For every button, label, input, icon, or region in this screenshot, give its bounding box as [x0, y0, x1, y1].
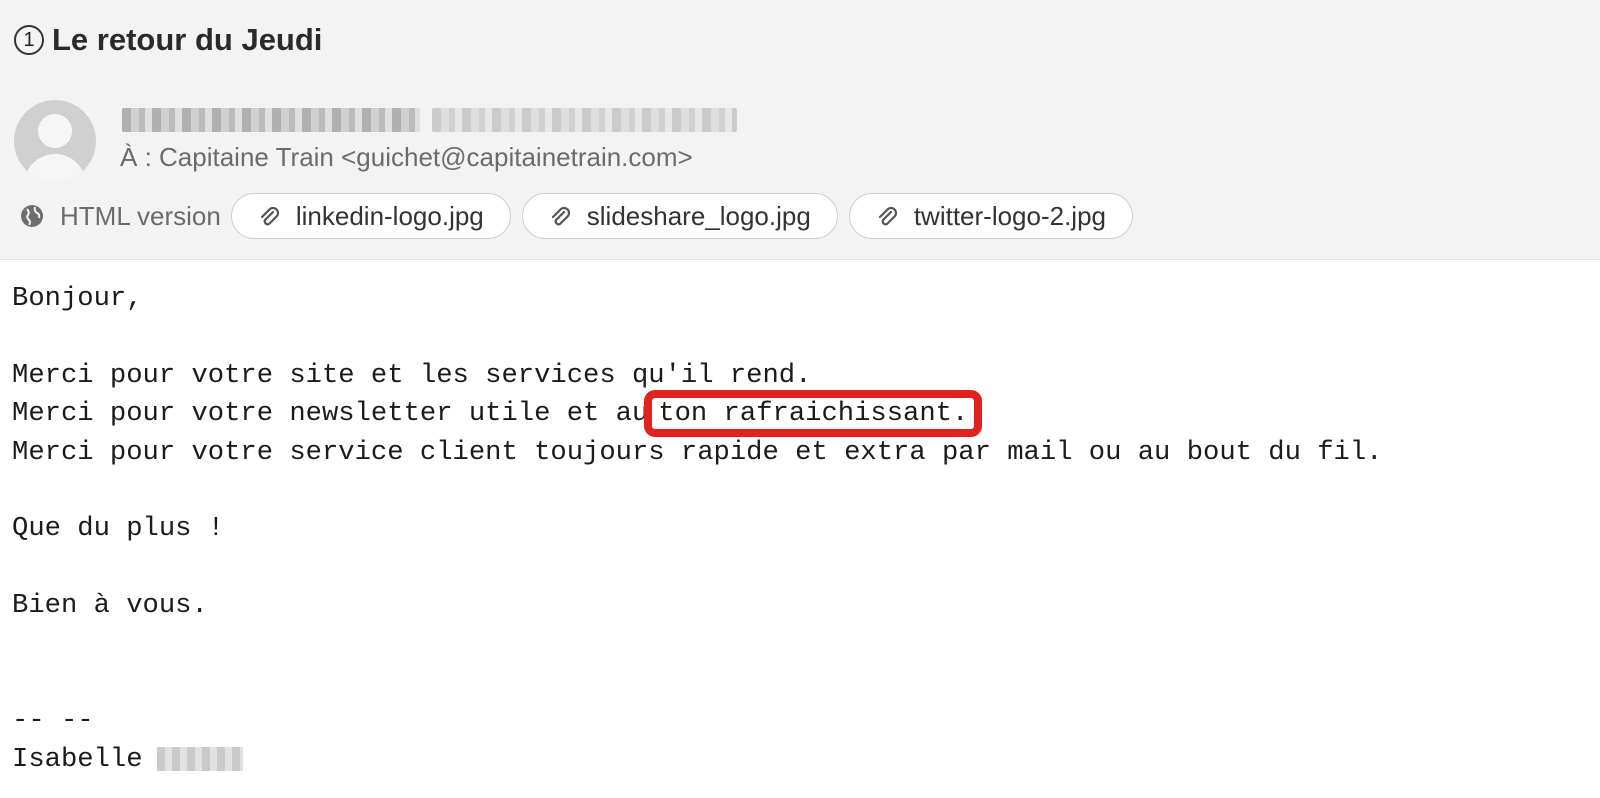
attachment-chip-linkedin[interactable]: linkedin-logo.jpg	[230, 193, 511, 239]
attachment-name: linkedin-logo.jpg	[295, 200, 484, 231]
message-body: Bonjour, Merci pour votre site et les se…	[12, 280, 1382, 779]
body-line-4: Que du plus !	[12, 513, 225, 545]
signature-separator: -- --	[12, 705, 94, 737]
paperclip-icon	[256, 203, 282, 229]
redacted-sender-email	[432, 108, 737, 132]
sender-avatar	[14, 100, 96, 182]
html-version-link[interactable]: HTML version	[60, 201, 221, 232]
paperclip-icon	[547, 203, 573, 229]
highlighted-phrase: ton rafraichissant.	[644, 390, 983, 438]
attachment-name: twitter-logo-2.jpg	[913, 200, 1107, 231]
signature-name: Isabelle	[12, 743, 143, 775]
redacted-surname	[156, 746, 243, 771]
redacted-sender-name	[122, 108, 420, 132]
avatar-head	[38, 114, 72, 148]
closing-line: Bien à vous.	[12, 590, 208, 622]
body-line-2-text: Merci pour votre newsletter utile et au	[12, 398, 649, 430]
attachment-chip-slideshare[interactable]: slideshare_logo.jpg	[521, 193, 838, 239]
avatar-shoulders	[24, 154, 86, 182]
thread-count-badge: 1	[14, 25, 44, 55]
message-subject: Le retour du Jeudi	[52, 22, 323, 57]
body-line-3: Merci pour votre service client toujours…	[12, 436, 1383, 468]
globe-icon	[20, 204, 44, 228]
body-line-2: Merci pour votre newsletter utile et au t…	[12, 390, 1382, 438]
body-line-1: Merci pour votre site et les services qu…	[12, 359, 812, 391]
attachment-chip-twitter[interactable]: twitter-logo-2.jpg	[848, 193, 1134, 239]
sender-redacted	[122, 108, 737, 132]
paperclip-icon	[874, 203, 900, 229]
attachment-name: slideshare_logo.jpg	[586, 200, 811, 231]
greeting-line: Bonjour,	[12, 283, 143, 314]
message-header: 1 Le retour du Jeudi À : Capitaine Train…	[0, 0, 1600, 260]
recipient-line: À : Capitaine Train <guichet@capitainetr…	[120, 142, 693, 172]
signature-line: Isabelle	[12, 741, 1382, 779]
subject-row: 1 Le retour du Jeudi	[14, 18, 322, 62]
attachments-row: HTML version linkedin-logo.jpg slideshar…	[20, 192, 1144, 240]
